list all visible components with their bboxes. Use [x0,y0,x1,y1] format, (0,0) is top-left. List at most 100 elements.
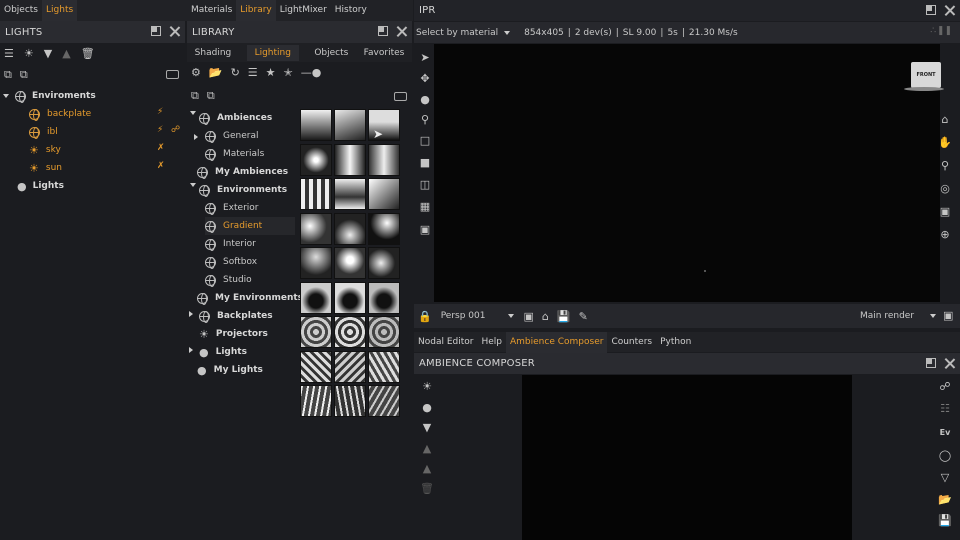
collapse-icon[interactable]: ⧉ [191,90,199,101]
tab-library[interactable]: Library [236,0,276,21]
slider-icon[interactable]: —● [301,67,322,78]
close-icon[interactable] [396,26,407,37]
lightning-off-icon[interactable]: ✗ [157,162,165,171]
save-icon[interactable]: 💾 [557,311,571,322]
chevron-right-icon[interactable] [189,346,193,356]
nodes-icon[interactable]: ☍ [938,379,952,393]
environment-thumbnail[interactable] [300,281,332,314]
split-view-icon[interactable]: ◫ [418,177,432,191]
select-mode-dropdown[interactable]: Select by material [416,28,498,38]
library-tree-item[interactable]: Softbox [205,253,257,271]
folder-icon[interactable]: 📂 [938,492,952,506]
maximize-icon[interactable] [151,26,161,36]
expand-icon[interactable]: ⧉ [207,90,215,101]
area-light-icon[interactable]: ▲ [62,48,70,59]
tab-history[interactable]: History [331,0,371,21]
environment-thumbnail[interactable] [334,281,366,314]
tab-objects[interactable]: Objects [314,48,348,58]
tab-lighting[interactable]: Lighting [246,44,299,61]
library-tree-item[interactable]: ☀ Projectors [199,325,268,343]
environment-thumbnail[interactable] [334,212,366,245]
tab-favorites[interactable]: Favorites [364,48,405,58]
chevron-down-icon[interactable] [3,94,9,98]
library-tree-item[interactable]: Backplates [199,307,273,325]
select-arrow-icon[interactable]: ➤ [418,50,432,64]
zoom-icon[interactable]: ⚲ [938,158,952,172]
environment-thumbnail[interactable] [334,109,366,141]
lightning-off-icon[interactable]: ✗ [157,144,165,153]
zoom-region-icon[interactable]: ⚲ [418,112,432,126]
environment-thumbnail[interactable] [368,350,400,383]
star-add-icon[interactable]: ✭ [284,67,293,78]
render-target-dropdown[interactable]: Main render [860,311,914,321]
library-tree-item[interactable]: My Ambiences [197,163,288,181]
ipr-viewport[interactable] [434,44,940,302]
light-pair-icon[interactable]: ▲ [420,461,434,475]
tab-nodal-editor[interactable]: Nodal Editor [414,332,477,353]
library-tree-item[interactable]: Studio [205,271,252,289]
move-icon[interactable]: ✥ [418,71,432,85]
region-select-icon[interactable]: □ [418,133,432,147]
library-tree-item[interactable]: Gradient [205,217,295,235]
library-tree-item[interactable]: General [205,127,258,145]
chevron-right-icon[interactable] [194,133,198,143]
chevron-right-icon[interactable] [189,310,193,320]
signal-icon[interactable]: ∴ [930,27,936,36]
grid-globe-icon[interactable]: ☷ [938,401,952,415]
tree-item-sun[interactable]: ☀ sun [29,159,62,177]
pause-icon[interactable]: ❚❚ [937,27,952,36]
tab-materials[interactable]: Materials [187,0,236,21]
tree-item-backplate[interactable]: backplate [29,105,91,123]
spot-light-icon[interactable]: ▼ [420,420,434,434]
tree-item-enviroments[interactable]: Enviroments [3,87,96,105]
composer-canvas[interactable] [522,375,852,540]
environment-thumbnail[interactable] [334,385,366,417]
fullscreen-icon[interactable]: ▣ [943,310,953,321]
lightning-icon[interactable]: ⚡ [157,126,163,135]
tab-counters[interactable]: Counters [607,332,656,353]
view-cube[interactable]: FRONT [911,62,941,88]
refresh-icon[interactable]: ↻ [231,67,240,78]
environment-thumbnail[interactable] [334,350,366,383]
environment-thumbnail[interactable] [368,178,400,210]
environment-thumbnail[interactable] [334,143,366,176]
folder-icon[interactable]: 📂 [209,67,223,78]
tab-shading[interactable]: Shading [195,48,232,58]
home-icon[interactable]: ⌂ [542,311,549,322]
tab-help[interactable]: Help [477,332,506,353]
gear-icon[interactable]: ⚙ [191,67,201,78]
environment-thumbnail[interactable] [300,143,332,176]
environment-thumbnail[interactable] [368,212,400,245]
chevron-down-icon[interactable] [930,314,936,318]
chevron-down-icon[interactable] [504,30,511,35]
orbit-icon[interactable]: ◎ [938,181,952,195]
tree-item-lights[interactable]: ● Lights [17,177,64,195]
library-tree-item[interactable]: My Environments [197,289,303,307]
clear-search-icon[interactable] [394,92,407,101]
tab-objects[interactable]: Objects [0,0,42,21]
list-icon[interactable]: ☰ [248,67,258,78]
environment-thumbnail[interactable] [300,316,332,348]
link-icon[interactable]: ☍ [171,126,180,135]
environment-thumbnail[interactable] [334,178,366,210]
ev-label[interactable]: Ev [938,425,952,439]
layers-icon[interactable]: ☰ [4,48,14,59]
shield-icon[interactable]: ● [418,92,432,106]
shield-icon[interactable]: ● [420,400,434,414]
environment-thumbnail[interactable] [368,385,400,417]
chevron-down-icon[interactable] [190,108,196,115]
tab-lights[interactable]: Lights [42,0,78,21]
close-icon[interactable] [944,358,955,369]
home-icon[interactable]: ⌂ [938,112,952,126]
library-tree-item[interactable]: Exterior [205,199,259,217]
square-icon[interactable]: ■ [418,155,432,169]
lock-icon[interactable]: 🔒 [418,311,432,322]
library-tree-item[interactable]: ● Lights [199,343,247,361]
environment-thumbnail[interactable] [300,247,332,279]
environment-thumbnail[interactable] [300,212,332,245]
collapse-icon[interactable]: ⧉ [4,69,12,80]
library-tree-item[interactable]: Ambiences [199,109,272,127]
maximize-icon[interactable] [378,26,388,36]
library-tree-item[interactable]: Materials [205,145,264,163]
environment-thumbnail[interactable] [334,247,366,279]
